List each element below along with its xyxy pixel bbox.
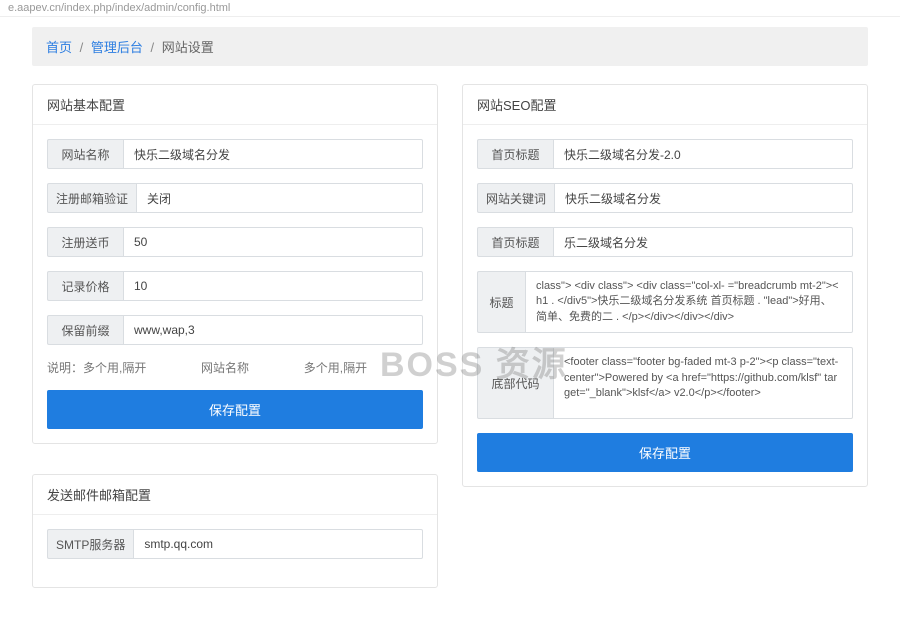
save-seo-button[interactable]: 保存配置: [477, 433, 853, 472]
email-verify-input[interactable]: [136, 183, 423, 213]
breadcrumb-home[interactable]: 首页: [46, 40, 72, 55]
panel-title: 发送邮件邮箱配置: [33, 475, 437, 515]
seo-config-panel: 网站SEO配置 首页标题 网站关键词 首页标题 标题: [462, 84, 868, 487]
smtp-server-input[interactable]: [133, 529, 423, 559]
panel-title: 网站SEO配置: [463, 85, 867, 125]
footer-code-label: 底部代码: [477, 347, 553, 419]
home-title2-label: 首页标题: [477, 227, 553, 257]
breadcrumb-sep: /: [80, 40, 84, 55]
keywords-label: 网站关键词: [477, 183, 554, 213]
reserved-prefix-input[interactable]: [123, 315, 423, 345]
reg-coin-label: 注册送币: [47, 227, 123, 257]
home-title2-input[interactable]: [553, 227, 853, 257]
hint-left: 说明：多个用,隔开: [47, 361, 146, 375]
address-bar: e.aapev.cn/index.php/index/admin/config.…: [0, 0, 900, 17]
breadcrumb-current: 网站设置: [162, 40, 214, 55]
site-name-input[interactable]: [123, 139, 423, 169]
basic-config-panel: 网站基本配置 网站名称 注册邮箱验证 注册送币 记录价: [32, 84, 438, 444]
panel-title: 网站基本配置: [33, 85, 437, 125]
save-basic-button[interactable]: 保存配置: [47, 390, 423, 429]
smtp-panel: 发送邮件邮箱配置 SMTP服务器: [32, 474, 438, 588]
breadcrumb: 首页 / 管理后台 / 网站设置: [32, 27, 868, 66]
keywords-input[interactable]: [554, 183, 853, 213]
hint-mid: 网站名称: [201, 361, 249, 375]
head-block-textarea[interactable]: class"> <div class"> <div class="col-xl-…: [525, 271, 853, 333]
record-price-input[interactable]: [123, 271, 423, 301]
breadcrumb-admin[interactable]: 管理后台: [91, 40, 143, 55]
home-title-input[interactable]: [553, 139, 853, 169]
reg-coin-input[interactable]: [123, 227, 423, 257]
record-price-label: 记录价格: [47, 271, 123, 301]
home-title-label: 首页标题: [477, 139, 553, 169]
hint-row: 说明：多个用,隔开 网站名称 多个用,隔开: [47, 359, 423, 376]
hint-right: 多个用,隔开: [304, 361, 367, 375]
smtp-server-label: SMTP服务器: [47, 529, 133, 559]
email-verify-label: 注册邮箱验证: [47, 183, 136, 213]
reserved-prefix-label: 保留前缀: [47, 315, 123, 345]
breadcrumb-sep: /: [151, 40, 155, 55]
frag-title-label: 标题: [477, 271, 525, 333]
footer-code-textarea[interactable]: <footer class="footer bg-faded mt-3 p-2"…: [553, 347, 853, 419]
site-name-label: 网站名称: [47, 139, 123, 169]
